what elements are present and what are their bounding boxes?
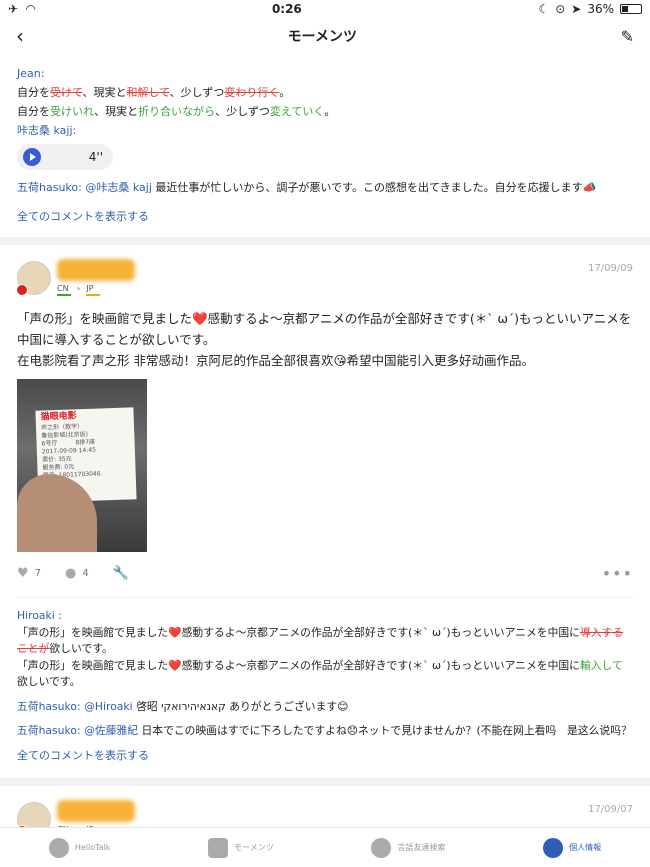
post-user[interactable]: CN › JP [16,259,135,296]
post-date: 17/09/07 [588,804,633,815]
show-all-comments-link[interactable]: 全てのコメントを表示する [17,748,633,765]
comment-text: 最近仕事が忙しいから、調子が悪いです。この感想を出てきました。自分を応援します📣 [155,181,597,194]
china-flag-icon [16,283,28,296]
divider [0,778,650,786]
top-comments: Jean: 自分を受けて、現実と和解して、少しずつ変わり行く。 自分を受けいれ、… [0,54,650,226]
correction-fixed: 自分を受けいれ、現実と折り合いながら、少しずつ変えていく。 [17,105,336,118]
kiss-emoji-icon: 😘 [333,353,347,368]
heart-emoji-icon: ❤️ [192,311,208,326]
battery-icon [620,4,642,14]
like-button[interactable]: ♥ 7 [17,566,41,581]
reply-comment: 五荷hasuko: @咔志桑 kajj 最近仕事が忙しいから、調子が悪いです。こ… [17,178,633,197]
profile-icon [543,837,564,858]
voice-message[interactable]: 4'' [17,144,113,170]
moment-post: CN › JP 17/09/09 「声の形」を映画館で見ました❤️感動するよ〜京… [0,245,650,764]
mention[interactable]: @咔志桑 kajj [85,181,152,194]
comment-icon: ● [65,566,77,581]
username-blurred [57,259,135,281]
post-comments: Hiroaki : 「声の形」を映画館で見ました❤️感動するよ〜京都アニメの作品… [17,597,633,764]
comment-author[interactable]: Jean: [17,64,633,83]
back-icon[interactable]: ‹ [16,24,24,48]
search-icon [371,837,392,858]
avatar[interactable] [16,260,51,296]
moments-icon [208,837,229,858]
status-time: 0:26 [271,2,302,16]
comment-author[interactable]: 咔志桑 kajj: [17,121,633,140]
play-icon[interactable] [23,148,41,166]
tab-hellotalk[interactable]: HelloTalk [48,837,110,858]
moon-icon: ☾ [538,2,550,16]
wifi-icon: ◠ [26,2,36,16]
tab-moments[interactable]: モーメンツ [208,837,274,858]
correction-original: 自分を受けて、現実と和解して、少しずつ変わり行く。 [17,86,291,99]
comment-author[interactable]: Hiroaki : [17,608,633,625]
divider [0,237,650,245]
comment-button[interactable]: ● 4 [65,566,89,581]
lock-rotation-icon: ⊙ [555,2,566,16]
heart-icon: ♥ [17,566,29,581]
show-all-comments-link[interactable]: 全てのコメントを表示する [17,207,633,226]
post-date: 17/09/09 [588,263,633,274]
post-actions: ♥ 7 ● 4 🔧 ••• [17,564,633,583]
tab-profile[interactable]: 個人情報 [543,837,601,858]
wrench-icon: 🔧 [112,566,129,581]
comment-author[interactable]: 五荷hasuko: [17,181,82,194]
post-text: 「声の形」を映画館で見ました❤️感動するよ〜京都アニメの作品が全部好きです(＊ˋ… [17,311,632,368]
battery-percent: 36% [587,2,614,16]
page-title: モーメンツ [287,29,358,45]
status-bar: ✈ ◠ 0:26 ☾ ⊙ ➤ 36% [0,0,650,18]
reply-comment: 五荷hasuko: @Hiroaki 啓昭 קאנאיהירואקי ありがとう… [17,699,349,713]
correct-button[interactable]: 🔧 [113,566,129,581]
location-icon: ➤ [571,2,582,16]
reply-comment: 五荷hasuko: @佐藤雅紀 日本でこの映画はすでに下ろしたですよね😞ネットで… [17,724,632,737]
voice-length: 4'' [88,149,103,164]
language-pair: CN › JP [57,284,135,296]
airplane-icon: ✈ [8,2,19,16]
post-photo[interactable]: 猫眼电影 声之形（数字） 鲁信影城(北京店) 6号厅 8排7座 2017-09-… [17,379,147,552]
compose-icon[interactable]: ✎ [621,27,634,46]
username-blurred [57,800,135,822]
nav-bar: ‹ モーメンツ ✎ [0,18,650,54]
correction-fixed: 「声の形」を映画館で見ました❤️感動するよ〜京都アニメの作品が全部好きです(＊ˋ… [17,658,623,689]
battery-fill [622,6,629,12]
chat-icon [48,837,69,858]
tab-bar: HelloTalk モーメンツ 言語友達検索 個人情報 [0,827,650,867]
more-icon[interactable]: ••• [602,564,633,583]
tab-search[interactable]: 言語友達検索 [371,837,445,858]
correction-original: 「声の形」を映画館で見ました❤️感動するよ〜京都アニメの作品が全部好きです(＊ˋ… [17,625,624,656]
